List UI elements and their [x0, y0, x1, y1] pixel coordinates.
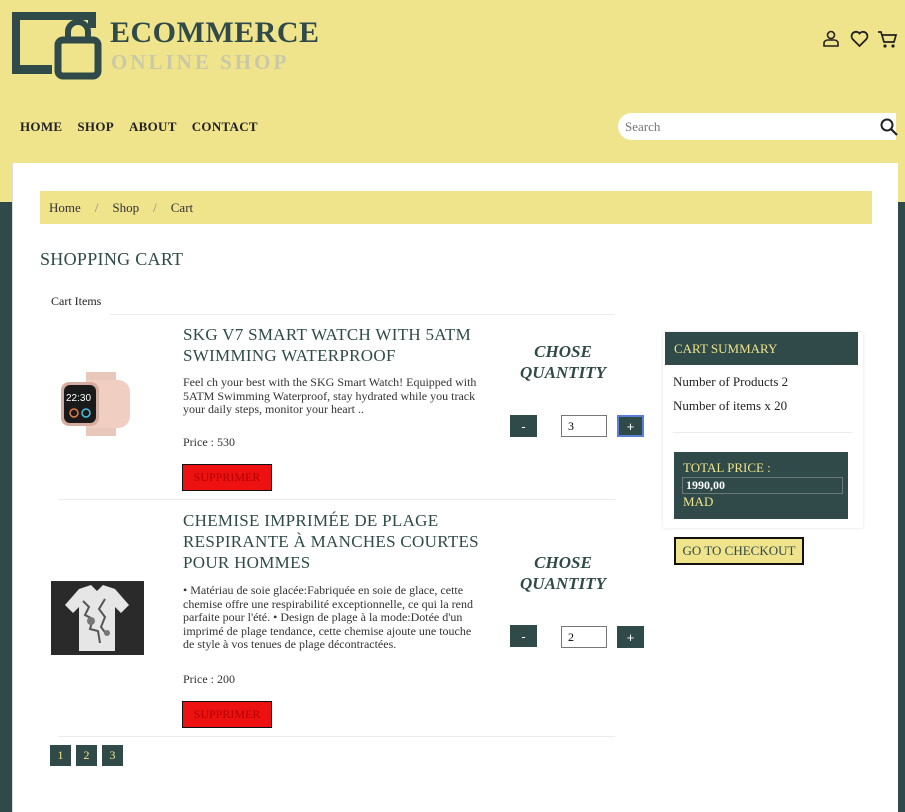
breadcrumb-shop[interactable]: Shop	[112, 200, 139, 216]
header-icons	[821, 28, 897, 50]
product-description: Feel ch your best with the SKG Smart Wat…	[183, 375, 477, 417]
product-price: Price : 530	[183, 435, 235, 449]
quantity-input[interactable]	[561, 626, 607, 648]
increase-quantity-button[interactable]: +	[617, 626, 644, 648]
user-icon[interactable]	[821, 28, 841, 50]
quantity-title-line: QUANTITY	[520, 363, 606, 382]
description-line: Feel ch your best with the SKG Smart Wat…	[183, 375, 477, 389]
product-title-line: SWIMMING WATERPROOF	[183, 346, 396, 365]
total-price-value: 1990,00	[682, 477, 843, 494]
quantity-input[interactable]	[561, 415, 607, 437]
product-title-line: CHEMISE IMPRIMÉE DE PLAGE	[183, 511, 439, 530]
nav-shop[interactable]: SHOP	[77, 119, 114, 135]
cart-icon[interactable]	[877, 28, 897, 50]
quantity-title-line: CHOSE	[534, 342, 592, 361]
quantity-title: CHOSE QUANTITY	[498, 552, 628, 594]
product-image-shirt[interactable]	[51, 581, 144, 655]
brand-name: ECOMMERCE	[110, 16, 320, 49]
description-line: imprimé de plage tendance, cette chemise…	[183, 623, 472, 638]
increase-quantity-button[interactable]: +	[617, 415, 644, 437]
page-3-button[interactable]: 3	[102, 745, 123, 766]
search-icon[interactable]	[880, 118, 898, 136]
quantity-title-line: QUANTITY	[520, 574, 606, 593]
quantity-title-line: CHOSE	[534, 553, 592, 572]
page-2-button[interactable]: 2	[76, 745, 97, 766]
nav-contact[interactable]: CONTACT	[192, 119, 258, 135]
total-price-label: TOTAL PRICE :	[683, 460, 771, 475]
product-title[interactable]: SKG V7 SMART WATCH WITH 5ATM SWIMMING WA…	[183, 324, 471, 366]
quantity-title: CHOSE QUANTITY	[498, 341, 628, 383]
breadcrumb-home[interactable]: Home	[49, 200, 81, 216]
product-title-line: RESPIRANTE À MANCHES COURTES	[183, 532, 479, 551]
decrease-quantity-button[interactable]: -	[510, 415, 537, 437]
checkout-button[interactable]: GO TO CHECKOUT	[674, 537, 804, 565]
description-line: de style à vos tenues de plage décontrac…	[183, 637, 397, 651]
description-line: chemise offre une respirabilité exceptio…	[183, 596, 473, 611]
cart-summary-title: CART SUMMARY	[665, 332, 858, 365]
total-price-currency: MAD	[683, 494, 714, 509]
decrease-quantity-button[interactable]: -	[510, 625, 537, 647]
page-1-button[interactable]: 1	[50, 745, 71, 766]
divider	[58, 499, 615, 500]
breadcrumb-separator: /	[153, 199, 157, 215]
heart-icon[interactable]	[849, 28, 869, 50]
product-image-watch[interactable]: 22:30	[56, 368, 136, 440]
items-count: Number of items x 20	[673, 398, 788, 413]
nav-about[interactable]: ABOUT	[129, 119, 177, 135]
description-line: 5ATM Swimming Waterproof, stay hydrated …	[183, 388, 476, 403]
product-title-line: POUR HOMMES	[183, 553, 311, 572]
remove-button[interactable]: SUPPRIMER	[182, 701, 272, 728]
remove-button[interactable]: SUPPRIMER	[182, 464, 272, 491]
main-nav: HOME SHOP ABOUT CONTACT	[20, 119, 258, 135]
product-description: • Matériau de soie glacée:Fabriquée en s…	[183, 583, 473, 652]
product-title[interactable]: CHEMISE IMPRIMÉE DE PLAGE RESPIRANTE À M…	[183, 510, 479, 573]
nav-home[interactable]: HOME	[20, 119, 62, 135]
description-line: • Matériau de soie glacée:Fabriquée en s…	[183, 583, 464, 597]
description-line: parfaite pour l'été. • Design de plage à…	[183, 610, 463, 624]
product-price: Price : 200	[183, 672, 235, 686]
breadcrumb-cart: Cart	[170, 199, 194, 215]
page-title: SHOPPING CART	[40, 249, 184, 269]
svg-text:22:30: 22:30	[66, 393, 91, 404]
product-title-line: SKG V7 SMART WATCH WITH 5ATM	[183, 325, 472, 344]
logo-icon[interactable]	[12, 10, 102, 80]
breadcrumb-separator: /	[94, 199, 99, 215]
description-line: your daily steps, monitor your heart ..	[183, 402, 364, 416]
cart-items-label: Cart Items	[51, 294, 102, 308]
brand-tagline: ONLINE SHOP	[111, 50, 290, 74]
divider	[673, 432, 853, 433]
search-input[interactable]	[618, 113, 858, 140]
divider	[58, 736, 615, 737]
search-box	[618, 113, 896, 140]
products-count: Number of Products 2	[673, 374, 789, 389]
breadcrumb: Home / Shop / Cart	[40, 191, 872, 224]
divider	[110, 314, 615, 315]
